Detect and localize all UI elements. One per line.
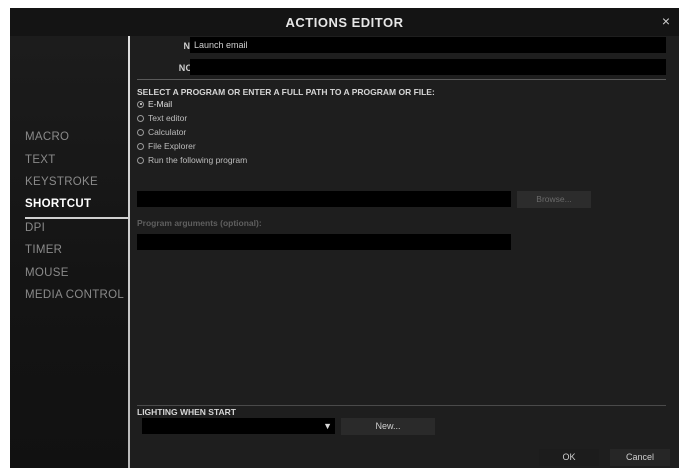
program-section-title: SELECT A PROGRAM OR ENTER A FULL PATH TO…: [137, 87, 435, 97]
notes-field[interactable]: [190, 59, 666, 75]
radio-icon: [137, 142, 144, 150]
program-arguments-input[interactable]: [137, 234, 511, 250]
cancel-button[interactable]: Cancel: [610, 449, 670, 466]
divider-bottom: [137, 405, 666, 406]
lighting-section-title: LIGHTING WHEN START: [137, 407, 236, 417]
sidebar-item-keystroke[interactable]: KEYSTROKE: [25, 176, 98, 188]
radio-label: File Explorer: [148, 141, 196, 151]
radio-email[interactable]: E-Mail: [137, 99, 172, 109]
new-lighting-button[interactable]: New...: [341, 418, 435, 435]
ok-button[interactable]: OK: [539, 449, 599, 466]
sidebar-item-macro[interactable]: MACRO: [25, 131, 69, 143]
main-panel: NAME: Launch email NOTES: SELECT A PROGR…: [130, 36, 679, 468]
sidebar-item-timer[interactable]: TIMER: [25, 244, 62, 256]
radio-label: E-Mail: [148, 99, 173, 109]
chevron-down-icon: ▼: [323, 421, 332, 431]
lighting-dropdown[interactable]: ▼: [142, 418, 335, 434]
name-field[interactable]: Launch email: [190, 37, 666, 53]
radio-icon: [137, 114, 144, 122]
radio-calculator[interactable]: Calculator: [137, 127, 186, 137]
sidebar-item-mouse[interactable]: MOUSE: [25, 267, 69, 279]
radio-label: Run the following program: [148, 155, 248, 165]
title-bar: ACTIONS EDITOR ×: [10, 8, 679, 36]
divider-top: [137, 79, 666, 80]
program-path-input[interactable]: [137, 191, 511, 207]
radio-icon: [137, 100, 144, 108]
browse-button[interactable]: Browse...: [517, 191, 591, 208]
sidebar-item-shortcut[interactable]: SHORTCUT: [25, 198, 91, 210]
radio-icon: [137, 128, 144, 136]
sidebar-item-text[interactable]: TEXT: [25, 154, 56, 166]
radio-file-explorer[interactable]: File Explorer: [137, 141, 196, 151]
sidebar-item-media-control[interactable]: MEDIA CONTROL: [25, 289, 124, 301]
sidebar-item-dpi[interactable]: DPI: [25, 222, 45, 234]
radio-text-editor[interactable]: Text editor: [137, 113, 187, 123]
program-arguments-label: Program arguments (optional):: [137, 218, 262, 228]
window-title: ACTIONS EDITOR: [285, 15, 404, 30]
sidebar: MACRO TEXT KEYSTROKE SHORTCUT DPI TIMER …: [10, 36, 129, 468]
radio-icon: [137, 156, 144, 164]
radio-label: Text editor: [148, 113, 188, 123]
close-icon[interactable]: ×: [659, 14, 673, 28]
active-item-underline: [25, 217, 129, 219]
radio-label: Calculator: [148, 127, 187, 137]
actions-editor-window: ACTIONS EDITOR × MACRO TEXT KEYSTROKE SH…: [10, 8, 679, 468]
radio-run-program[interactable]: Run the following program: [137, 155, 247, 165]
